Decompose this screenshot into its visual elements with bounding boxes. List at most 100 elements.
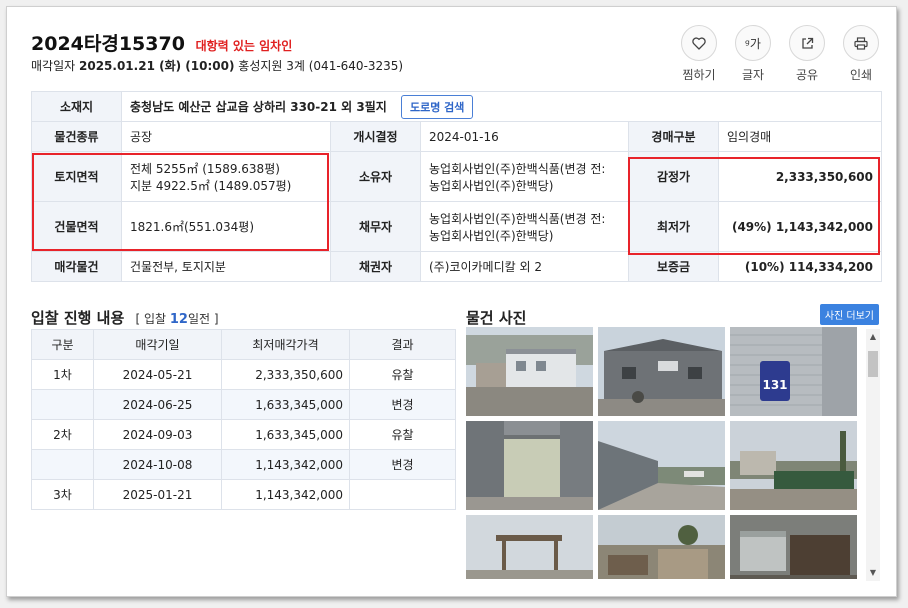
owner-value: 농업회사법인(주)한백식품(변경 전: 농업회사법인(주)한백당) <box>420 151 629 202</box>
deposit-value: (10%) 114,334,200 <box>718 251 882 282</box>
sale-date: 2025.01.21 (화) (10:00) <box>79 59 235 73</box>
bid-countdown-suffix: 일전 ] <box>187 312 219 326</box>
round-cell <box>31 389 94 420</box>
result-cell: 유찰 <box>349 419 456 450</box>
table-row: 2024-10-08 1,143,342,000 변경 <box>31 449 456 480</box>
date-cell: 2024-06-25 <box>93 389 222 420</box>
round-cell: 3차 <box>31 479 94 510</box>
bid-table-header: 구분 매각기일 최저매각가격 결과 <box>31 329 456 360</box>
address-sign-number: 131 <box>762 378 787 392</box>
more-photos-button[interactable]: 사진 더보기 <box>819 304 879 325</box>
scrollbar-thumb[interactable] <box>868 351 878 377</box>
bid-countdown: [ 입찰 12일전 ] <box>135 312 219 327</box>
result-cell <box>349 479 456 510</box>
case-number: 2024타경15370 <box>31 33 185 55</box>
auction-detail-panel: 2024타경15370 대항력 있는 임차인 매각일자 2025.01.21 (… <box>6 6 897 597</box>
print-icon <box>843 25 879 61</box>
debtor-line-2: 농업회사법인(주)한백당) <box>429 228 554 243</box>
owner-line-2: 농업회사법인(주)한백당) <box>429 178 554 193</box>
col-min-price: 최저매각가격 <box>221 329 350 360</box>
font-size-icon: ᵍ가 <box>735 25 771 61</box>
action-bar: 찜하기 ᵍ가 글자 공유 인쇄 <box>680 25 880 83</box>
print-label: 인쇄 <box>849 68 873 82</box>
road-name-search-button[interactable]: 도로명 검색 <box>400 94 474 119</box>
table-row: 2024-06-25 1,633,345,000 변경 <box>31 389 456 420</box>
photo-thumbnail[interactable] <box>466 327 593 416</box>
photo-thumbnail[interactable] <box>598 515 725 579</box>
share-button[interactable]: 공유 <box>788 25 826 83</box>
start-label: 개시결정 <box>330 121 421 152</box>
scroll-down-icon[interactable]: ▼ <box>868 568 878 578</box>
table-row: 1차 2024-05-21 2,333,350,600 유찰 <box>31 359 456 390</box>
price-cell: 1,633,345,000 <box>221 419 350 450</box>
sale-item-value: 건물전부, 토지지분 <box>121 251 331 282</box>
creditor-label: 채권자 <box>330 251 421 282</box>
photo-thumbnail[interactable] <box>466 421 593 510</box>
favorite-label: 찜하기 <box>682 68 716 82</box>
debtor-label: 채무자 <box>330 201 421 252</box>
building-area-label: 건물면적 <box>31 201 122 252</box>
owner-label: 소유자 <box>330 151 421 202</box>
page-title: 2024타경15370 대항력 있는 임차인 <box>31 29 292 56</box>
bid-history-table: 구분 매각기일 최저매각가격 결과 1차 2024-05-21 2,333,35… <box>31 329 456 510</box>
address-cell: 충청남도 예산군 삽교읍 상하리 330-21 외 3필지 도로명 검색 <box>121 91 882 122</box>
scroll-up-icon[interactable]: ▲ <box>868 332 878 342</box>
date-cell: 2025-01-21 <box>93 479 222 510</box>
tenant-warning-tag: 대항력 있는 임차인 <box>195 39 293 53</box>
address-label: 소재지 <box>31 91 122 122</box>
col-result: 결과 <box>349 329 456 360</box>
table-row: 3차 2025-01-21 1,143,342,000 <box>31 479 456 510</box>
type-value: 공장 <box>121 121 331 152</box>
col-round: 구분 <box>31 329 94 360</box>
land-area-share: 지분 4922.5㎡ (1489.057평) <box>130 178 292 193</box>
price-cell: 1,143,342,000 <box>221 479 350 510</box>
photo-thumbnail[interactable]: 131 <box>730 327 857 416</box>
favorite-button[interactable]: 찜하기 <box>680 25 718 83</box>
photo-thumbnail[interactable] <box>730 421 857 510</box>
address-value: 충청남도 예산군 삽교읍 상하리 330-21 외 3필지 <box>130 99 387 114</box>
photo-section-title: 물건 사진 <box>466 309 527 327</box>
share-label: 공유 <box>795 68 819 82</box>
result-cell: 변경 <box>349 389 456 420</box>
photo-thumbnail[interactable] <box>730 515 857 579</box>
debtor-value: 농업회사법인(주)한백식품(변경 전: 농업회사법인(주)한백당) <box>420 201 629 252</box>
building-area-value: 1821.6㎡(551.034평) <box>121 201 331 252</box>
gallery-scrollbar[interactable]: ▲ ▼ <box>866 329 880 581</box>
round-cell: 2차 <box>31 419 94 450</box>
type-label: 물건종류 <box>31 121 122 152</box>
auction-type-label: 경매구분 <box>628 121 719 152</box>
photo-gallery: 131 <box>466 327 880 579</box>
sale-date-label: 매각일자 <box>31 59 76 73</box>
minimum-price-value: (49%) 1,143,342,000 <box>718 201 882 252</box>
court-info: 홍성지원 3계 (041-640-3235) <box>238 59 404 73</box>
land-area-total: 전체 5255㎡ (1589.638평) <box>130 161 280 176</box>
share-icon <box>789 25 825 61</box>
round-cell: 1차 <box>31 359 94 390</box>
auction-type-value: 임의경매 <box>718 121 882 152</box>
appraisal-value: 2,333,350,600 <box>718 151 882 202</box>
creditor-value: (주)코이카메디칼 외 2 <box>420 251 629 282</box>
land-area-label: 토지면적 <box>31 151 122 202</box>
bid-countdown-prefix: [ 입찰 <box>135 312 167 326</box>
price-cell: 1,143,342,000 <box>221 449 350 480</box>
photo-thumbnail[interactable] <box>598 421 725 510</box>
bid-section-title: 입찰 진행 내용 [ 입찰 12일전 ] <box>31 307 219 328</box>
deposit-label: 보증금 <box>628 251 719 282</box>
minimum-price-label: 최저가 <box>628 201 719 252</box>
date-cell: 2024-10-08 <box>93 449 222 480</box>
font-size-label: 글자 <box>741 68 765 82</box>
result-cell: 변경 <box>349 449 456 480</box>
print-button[interactable]: 인쇄 <box>842 25 880 83</box>
photo-thumbnail[interactable] <box>466 515 593 579</box>
table-row: 2차 2024-09-03 1,633,345,000 유찰 <box>31 419 456 450</box>
round-cell <box>31 449 94 480</box>
land-area-value: 전체 5255㎡ (1589.638평) 지분 4922.5㎡ (1489.05… <box>121 151 331 202</box>
font-size-button[interactable]: ᵍ가 글자 <box>734 25 772 83</box>
sale-info: 매각일자 2025.01.21 (화) (10:00) 홍성지원 3계 (041… <box>31 57 403 74</box>
col-date: 매각기일 <box>93 329 222 360</box>
debtor-line-1: 농업회사법인(주)한백식품(변경 전: <box>429 211 606 226</box>
photo-thumbnail[interactable] <box>598 327 725 416</box>
property-info-table: 소재지 충청남도 예산군 삽교읍 상하리 330-21 외 3필지 도로명 검색… <box>31 91 882 282</box>
bid-title-text: 입찰 진행 내용 <box>31 309 125 327</box>
sale-item-label: 매각물건 <box>31 251 122 282</box>
